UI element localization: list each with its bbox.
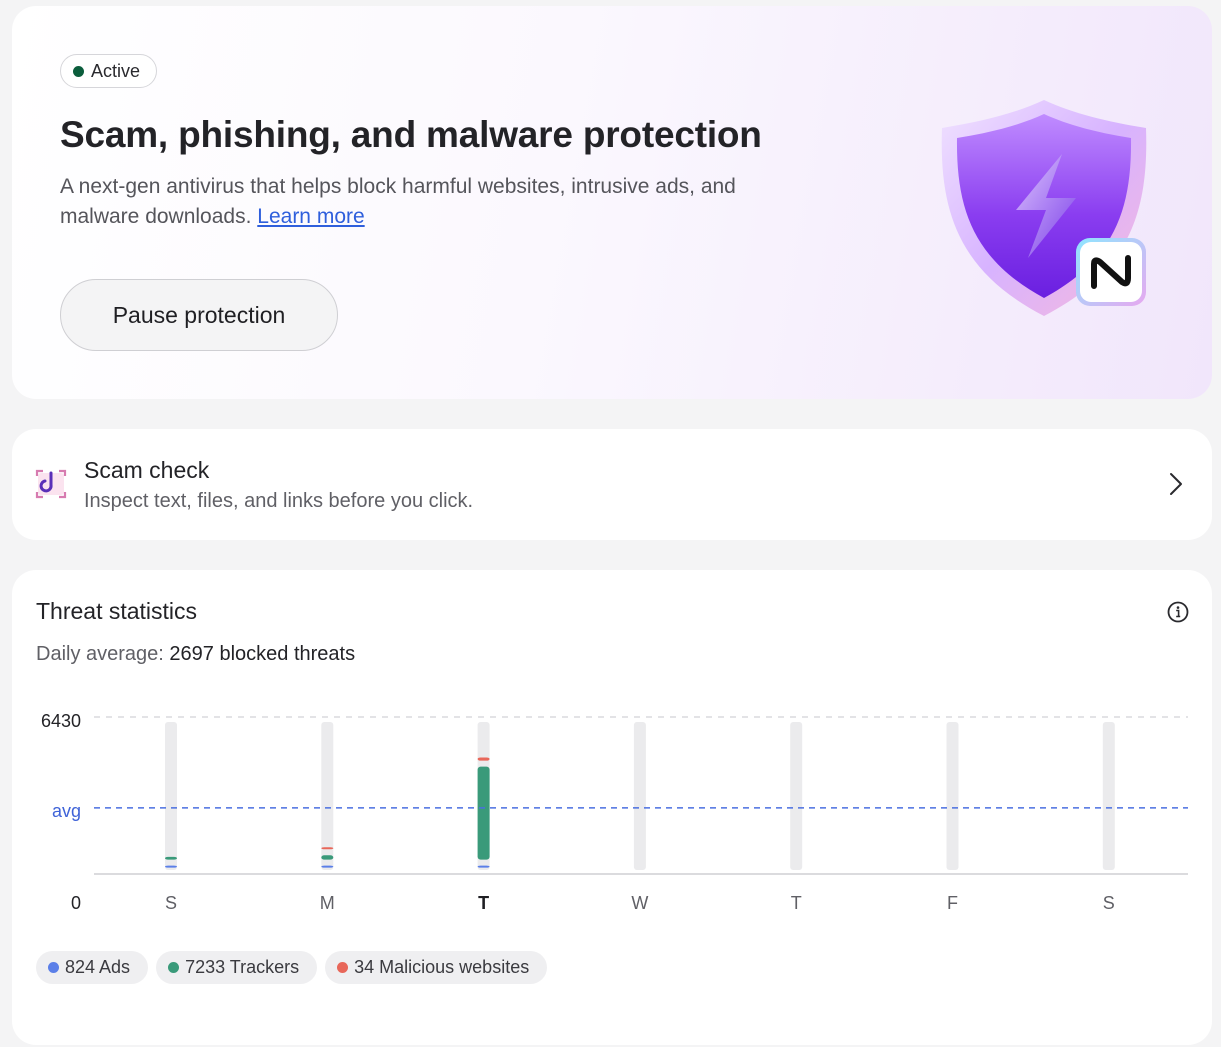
hero-description: A next-gen antivirus that helps block ha… [60,172,820,232]
y-min-label: 0 [71,893,81,913]
bar-segment-ads [321,865,334,868]
legend-ads-dot [48,962,59,973]
y-max-label: 6430 [41,711,81,731]
bar-track [946,722,959,870]
legend-trackers: 7233 Trackers [156,951,318,984]
threat-statistics-card: Threat statistics Daily average: 2697 bl… [12,570,1212,1045]
status-badge: Active [60,54,158,88]
x-tick-label: S [1103,893,1115,913]
hero-description-text: A next-gen antivirus that helps block ha… [60,175,736,228]
chevron-right-icon[interactable] [1166,471,1186,497]
avg-label: avg [52,801,81,821]
bar-track [165,722,177,870]
bar-segment-ads [477,865,490,868]
legend-ads-label: 824 Ads [65,957,131,977]
scam-check-title: Scam check [84,457,210,483]
daily-average: Daily average: 2697 blocked threats [36,643,355,666]
x-tick-label: W [631,893,648,913]
legend-malicious-dot [337,962,349,973]
bar-track [633,722,646,870]
threat-statistics-title: Threat statistics [36,598,198,624]
x-tick-label: T [478,893,489,913]
bar-segment-malicious-websites [321,847,334,850]
chart-legend: 824 Ads 7233 Trackers 34 Malicious websi… [36,951,548,984]
x-tick-label: M [320,893,335,913]
info-icon[interactable] [1166,600,1190,624]
daily-average-label: Daily average: [36,643,164,665]
bar-segment-malicious-websites [477,757,490,761]
scam-check-row[interactable]: Scam check Inspect text, files, and link… [12,429,1212,540]
legend-trackers-label: 7233 Trackers [185,957,300,977]
page-title: Scam, phishing, and malware protection [60,114,762,155]
legend-malicious-label: 34 Malicious websites [354,957,530,977]
bar-segment-trackers [477,766,490,860]
bar-segment-ads [165,865,177,868]
daily-average-value: 2697 blocked threats [169,643,356,665]
legend-ads: 824 Ads [36,951,149,984]
x-tick-label: S [165,893,177,913]
bar-track [790,722,803,870]
scam-check-subtitle: Inspect text, files, and links before yo… [84,490,474,512]
shield-lightning-icon [941,100,1147,316]
x-tick-label: F [947,893,958,913]
threat-chart: 6430 0 S M T W T F Savg [41,711,1188,913]
legend-malicious: 34 Malicious websites [325,951,548,984]
bar-segment-trackers [321,855,334,860]
status-dot [73,65,84,77]
scan-hook-icon [35,469,67,499]
protection-hero-card: Active Scam, phishing, and malware prote… [12,6,1212,399]
bar-track [1102,722,1115,870]
pause-protection-button[interactable]: Pause protection [60,279,338,351]
legend-trackers-dot [168,962,180,973]
bar-segment-trackers [165,856,177,860]
learn-more-link[interactable]: Learn more [257,205,364,228]
x-tick-label: T [791,893,802,913]
status-label: Active [91,60,141,81]
